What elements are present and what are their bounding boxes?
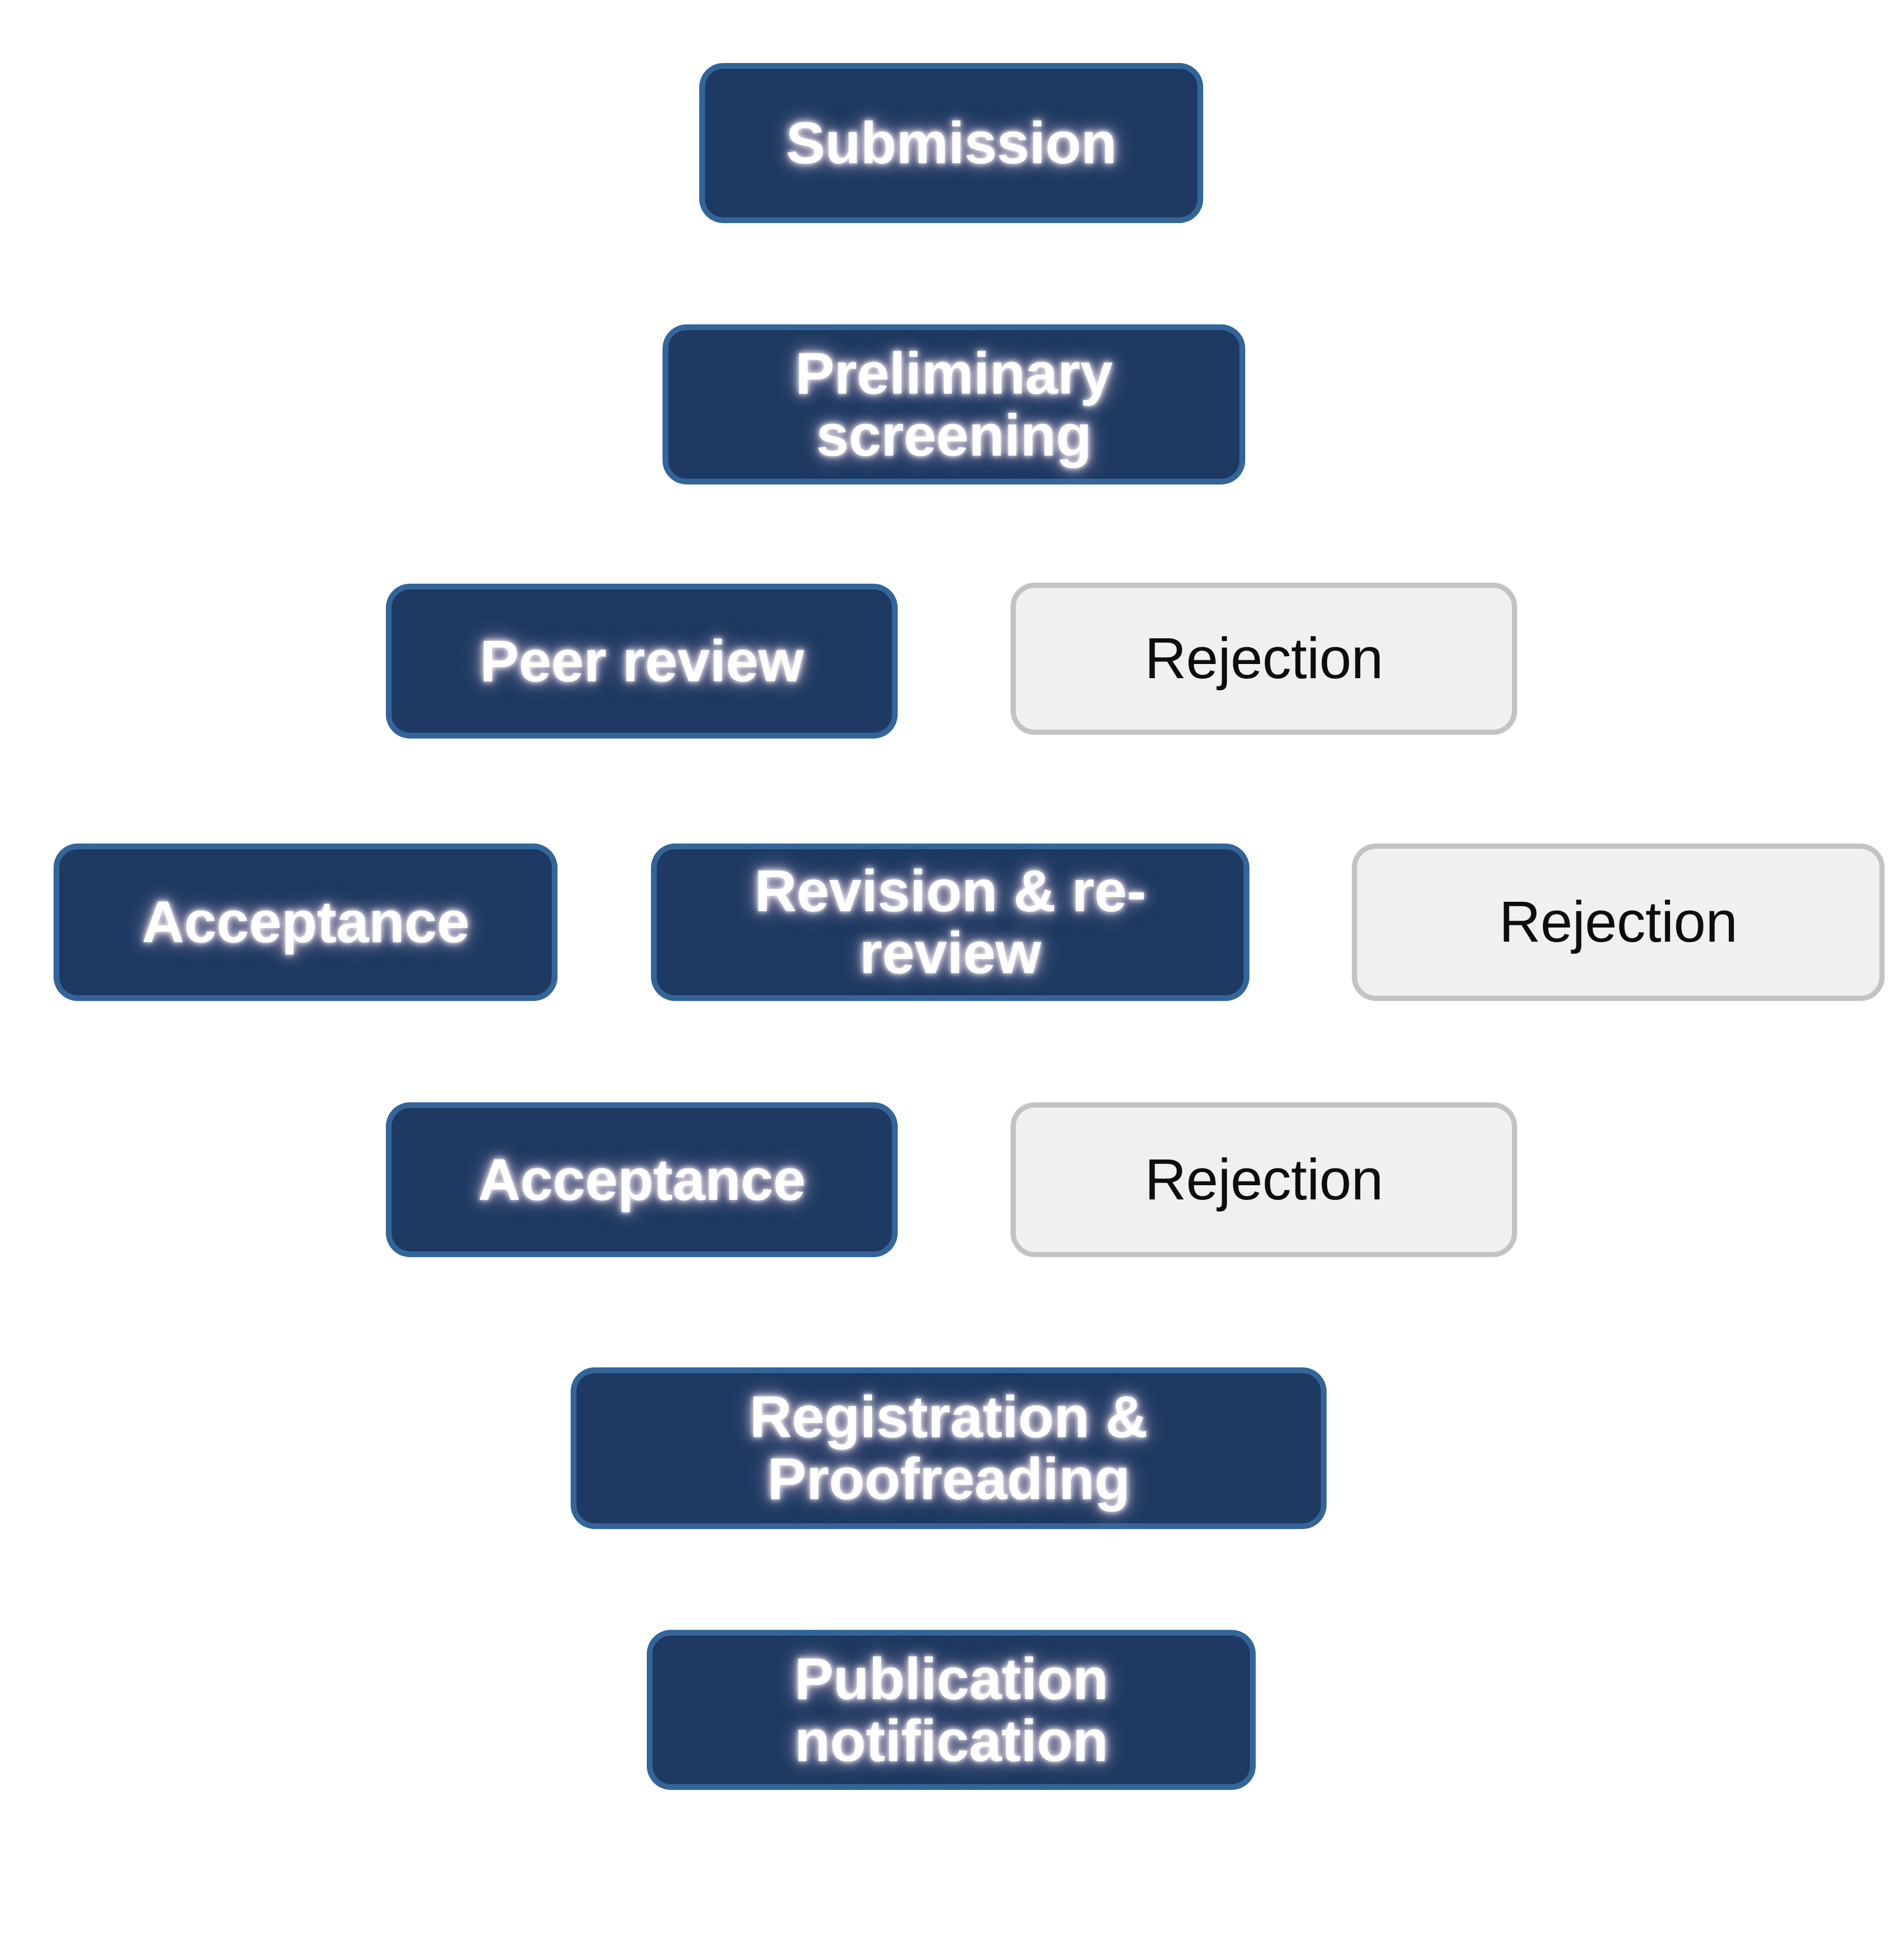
node-rejection-3[interactable]: Rejection <box>1011 1102 1517 1257</box>
node-registration-proofreading[interactable]: Registration & Proofreading <box>571 1367 1327 1529</box>
node-peer-review[interactable]: Peer review <box>386 584 898 739</box>
node-label: Preliminary screening <box>795 340 1113 468</box>
node-label: Registration & Proofreading <box>749 1384 1148 1512</box>
node-acceptance-2[interactable]: Acceptance <box>386 1102 898 1257</box>
node-label: Acceptance <box>478 1146 806 1213</box>
node-label: Revision & re-review <box>754 858 1147 986</box>
node-label: Acceptance <box>142 889 469 955</box>
node-label: Rejection <box>1144 626 1383 691</box>
node-acceptance-1[interactable]: Acceptance <box>54 844 558 1001</box>
node-label: Submission <box>786 110 1117 176</box>
node-submission[interactable]: Submission <box>699 63 1203 223</box>
node-preliminary-screening[interactable]: Preliminary screening <box>663 324 1245 484</box>
node-label: Rejection <box>1499 890 1738 955</box>
node-revision-re-review[interactable]: Revision & re-review <box>651 844 1249 1001</box>
diagram-canvas: Submission Preliminary screening Peer re… <box>0 0 1903 1960</box>
node-rejection-1[interactable]: Rejection <box>1011 583 1517 735</box>
node-label: Peer review <box>479 628 804 694</box>
node-rejection-2[interactable]: Rejection <box>1352 844 1885 1001</box>
node-publication-notification[interactable]: Publication notification <box>647 1630 1256 1790</box>
node-label: Publication notification <box>794 1646 1109 1774</box>
node-label: Rejection <box>1144 1147 1383 1212</box>
